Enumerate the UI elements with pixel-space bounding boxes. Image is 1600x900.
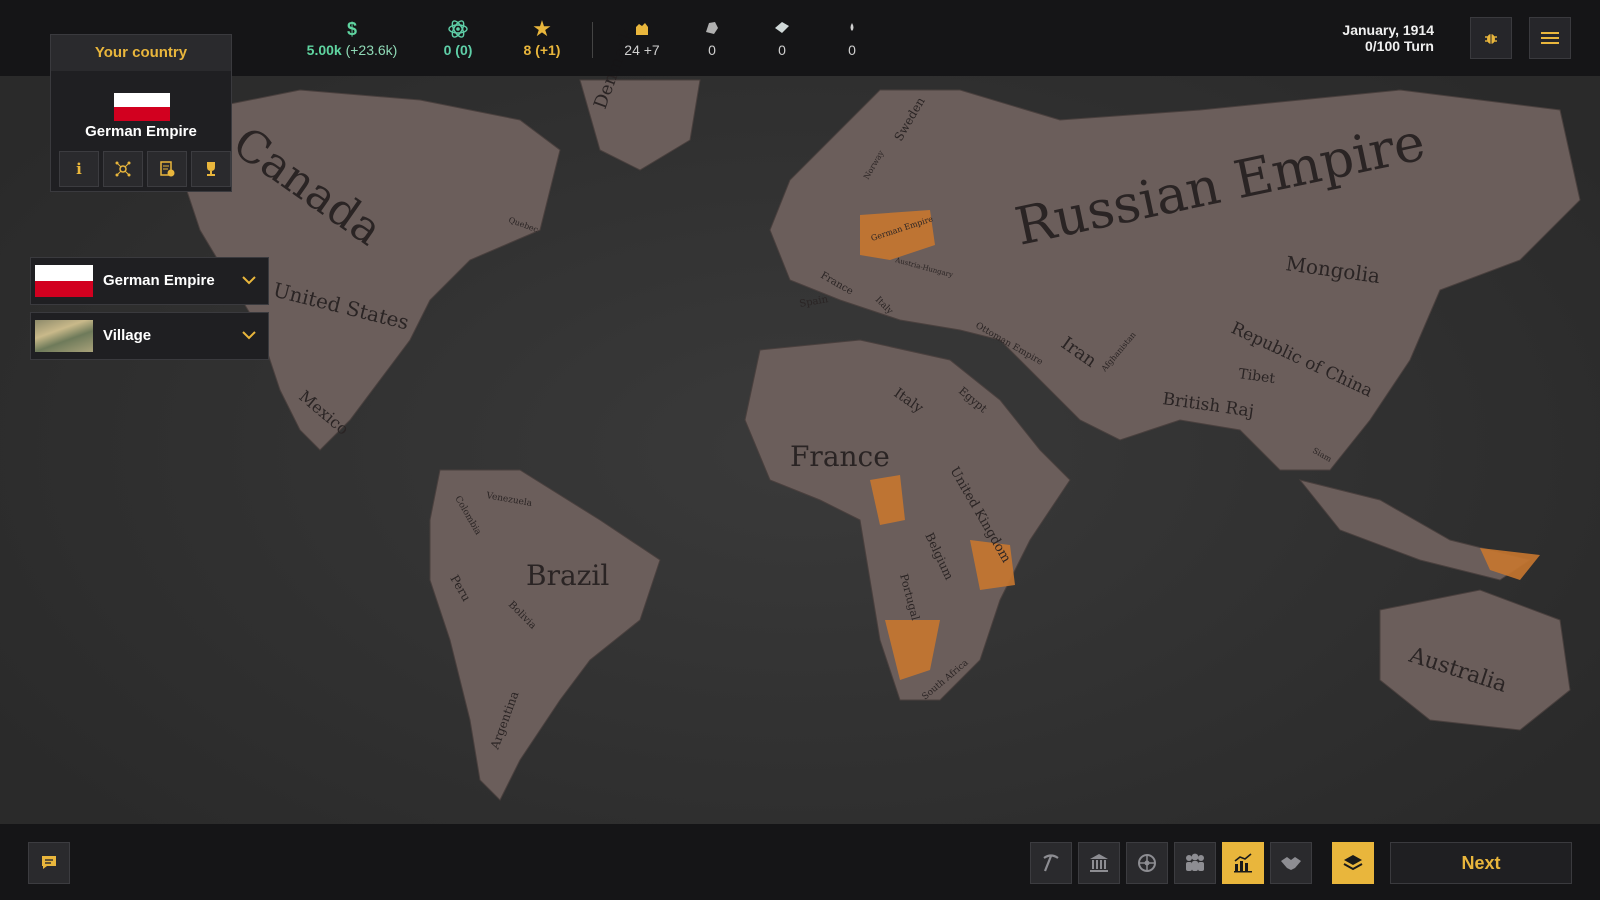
population-button[interactable] xyxy=(1174,842,1216,884)
science-value: 0 xyxy=(443,42,452,58)
diplomacy-button[interactable] xyxy=(1270,842,1312,884)
trophy-icon xyxy=(207,162,215,176)
date-label: January, 1914 xyxy=(1342,22,1434,38)
economy-stats-button[interactable] xyxy=(1222,842,1264,884)
menu-button[interactable] xyxy=(1529,17,1571,59)
chat-icon xyxy=(42,856,56,869)
bug-icon xyxy=(1485,34,1497,44)
country-select-label: German Empire xyxy=(103,272,215,289)
map-layers-button[interactable] xyxy=(1332,842,1374,884)
money-value: 5.00k xyxy=(306,42,342,58)
country-name: German Empire xyxy=(85,123,197,140)
oil-drop-icon xyxy=(792,18,912,40)
science-delta: (0) xyxy=(455,42,473,58)
building-select-label: Village xyxy=(103,327,152,344)
bottom-bar: Next xyxy=(0,824,1600,900)
next-turn-button[interactable]: Next xyxy=(1390,842,1572,884)
turn-counter: 0/100 Turn xyxy=(1365,38,1434,54)
turn-date: January, 1914 0/100 Turn xyxy=(1342,22,1434,54)
money-resource[interactable]: $ 5.00k (+23.6k) xyxy=(292,18,412,58)
government-building-icon xyxy=(1090,854,1108,872)
network-icon xyxy=(115,161,131,177)
your-country-header: Your country xyxy=(51,35,231,71)
chevron-down-icon xyxy=(242,276,256,285)
country-research-button[interactable] xyxy=(103,151,143,187)
info-icon: i xyxy=(76,160,82,178)
country-achievements-button[interactable] xyxy=(191,151,231,187)
bug-report-button[interactable] xyxy=(1470,17,1512,59)
country-flag xyxy=(114,93,170,121)
chat-button[interactable] xyxy=(28,842,70,884)
map-label-france-africa: France xyxy=(790,440,890,473)
world-map[interactable]: Russian Empire Canada United States Mexi… xyxy=(0,0,1600,900)
village-thumbnail xyxy=(35,320,93,352)
bar-chart-icon xyxy=(1234,853,1252,873)
top-bar: $ 5.00k (+23.6k) 0 (0) ★ 8 (+1) 24 +7 0 … xyxy=(0,0,1600,76)
map-label-brazil: Brazil xyxy=(526,559,609,592)
oil-value: 0 xyxy=(848,42,856,58)
government-button[interactable] xyxy=(1078,842,1120,884)
hamburger-menu-icon xyxy=(1541,32,1559,44)
country-select-flag xyxy=(35,265,93,297)
country-select-dropdown[interactable]: German Empire xyxy=(30,257,269,305)
handshake-icon xyxy=(1281,857,1301,870)
layers-icon xyxy=(1343,855,1363,871)
oil-resource[interactable]: 0 xyxy=(792,18,912,58)
pickaxe-icon xyxy=(1043,854,1059,872)
dollar-icon: $ xyxy=(346,19,357,39)
document-check-icon xyxy=(160,161,175,177)
people-icon xyxy=(1186,853,1204,871)
country-policy-button[interactable] xyxy=(147,151,187,187)
chevron-down-icon xyxy=(242,331,256,340)
country-info-button[interactable]: i xyxy=(59,151,99,187)
prestige-delta: (+1) xyxy=(535,42,561,58)
prestige-value: 8 xyxy=(523,42,532,58)
mining-button[interactable] xyxy=(1030,842,1072,884)
your-country-card: Your country German Empire i xyxy=(50,34,232,192)
money-delta: (+23.6k) xyxy=(345,42,398,58)
building-select-dropdown[interactable]: Village xyxy=(30,312,269,360)
military-button[interactable] xyxy=(1126,842,1168,884)
wheel-icon xyxy=(1138,854,1156,872)
